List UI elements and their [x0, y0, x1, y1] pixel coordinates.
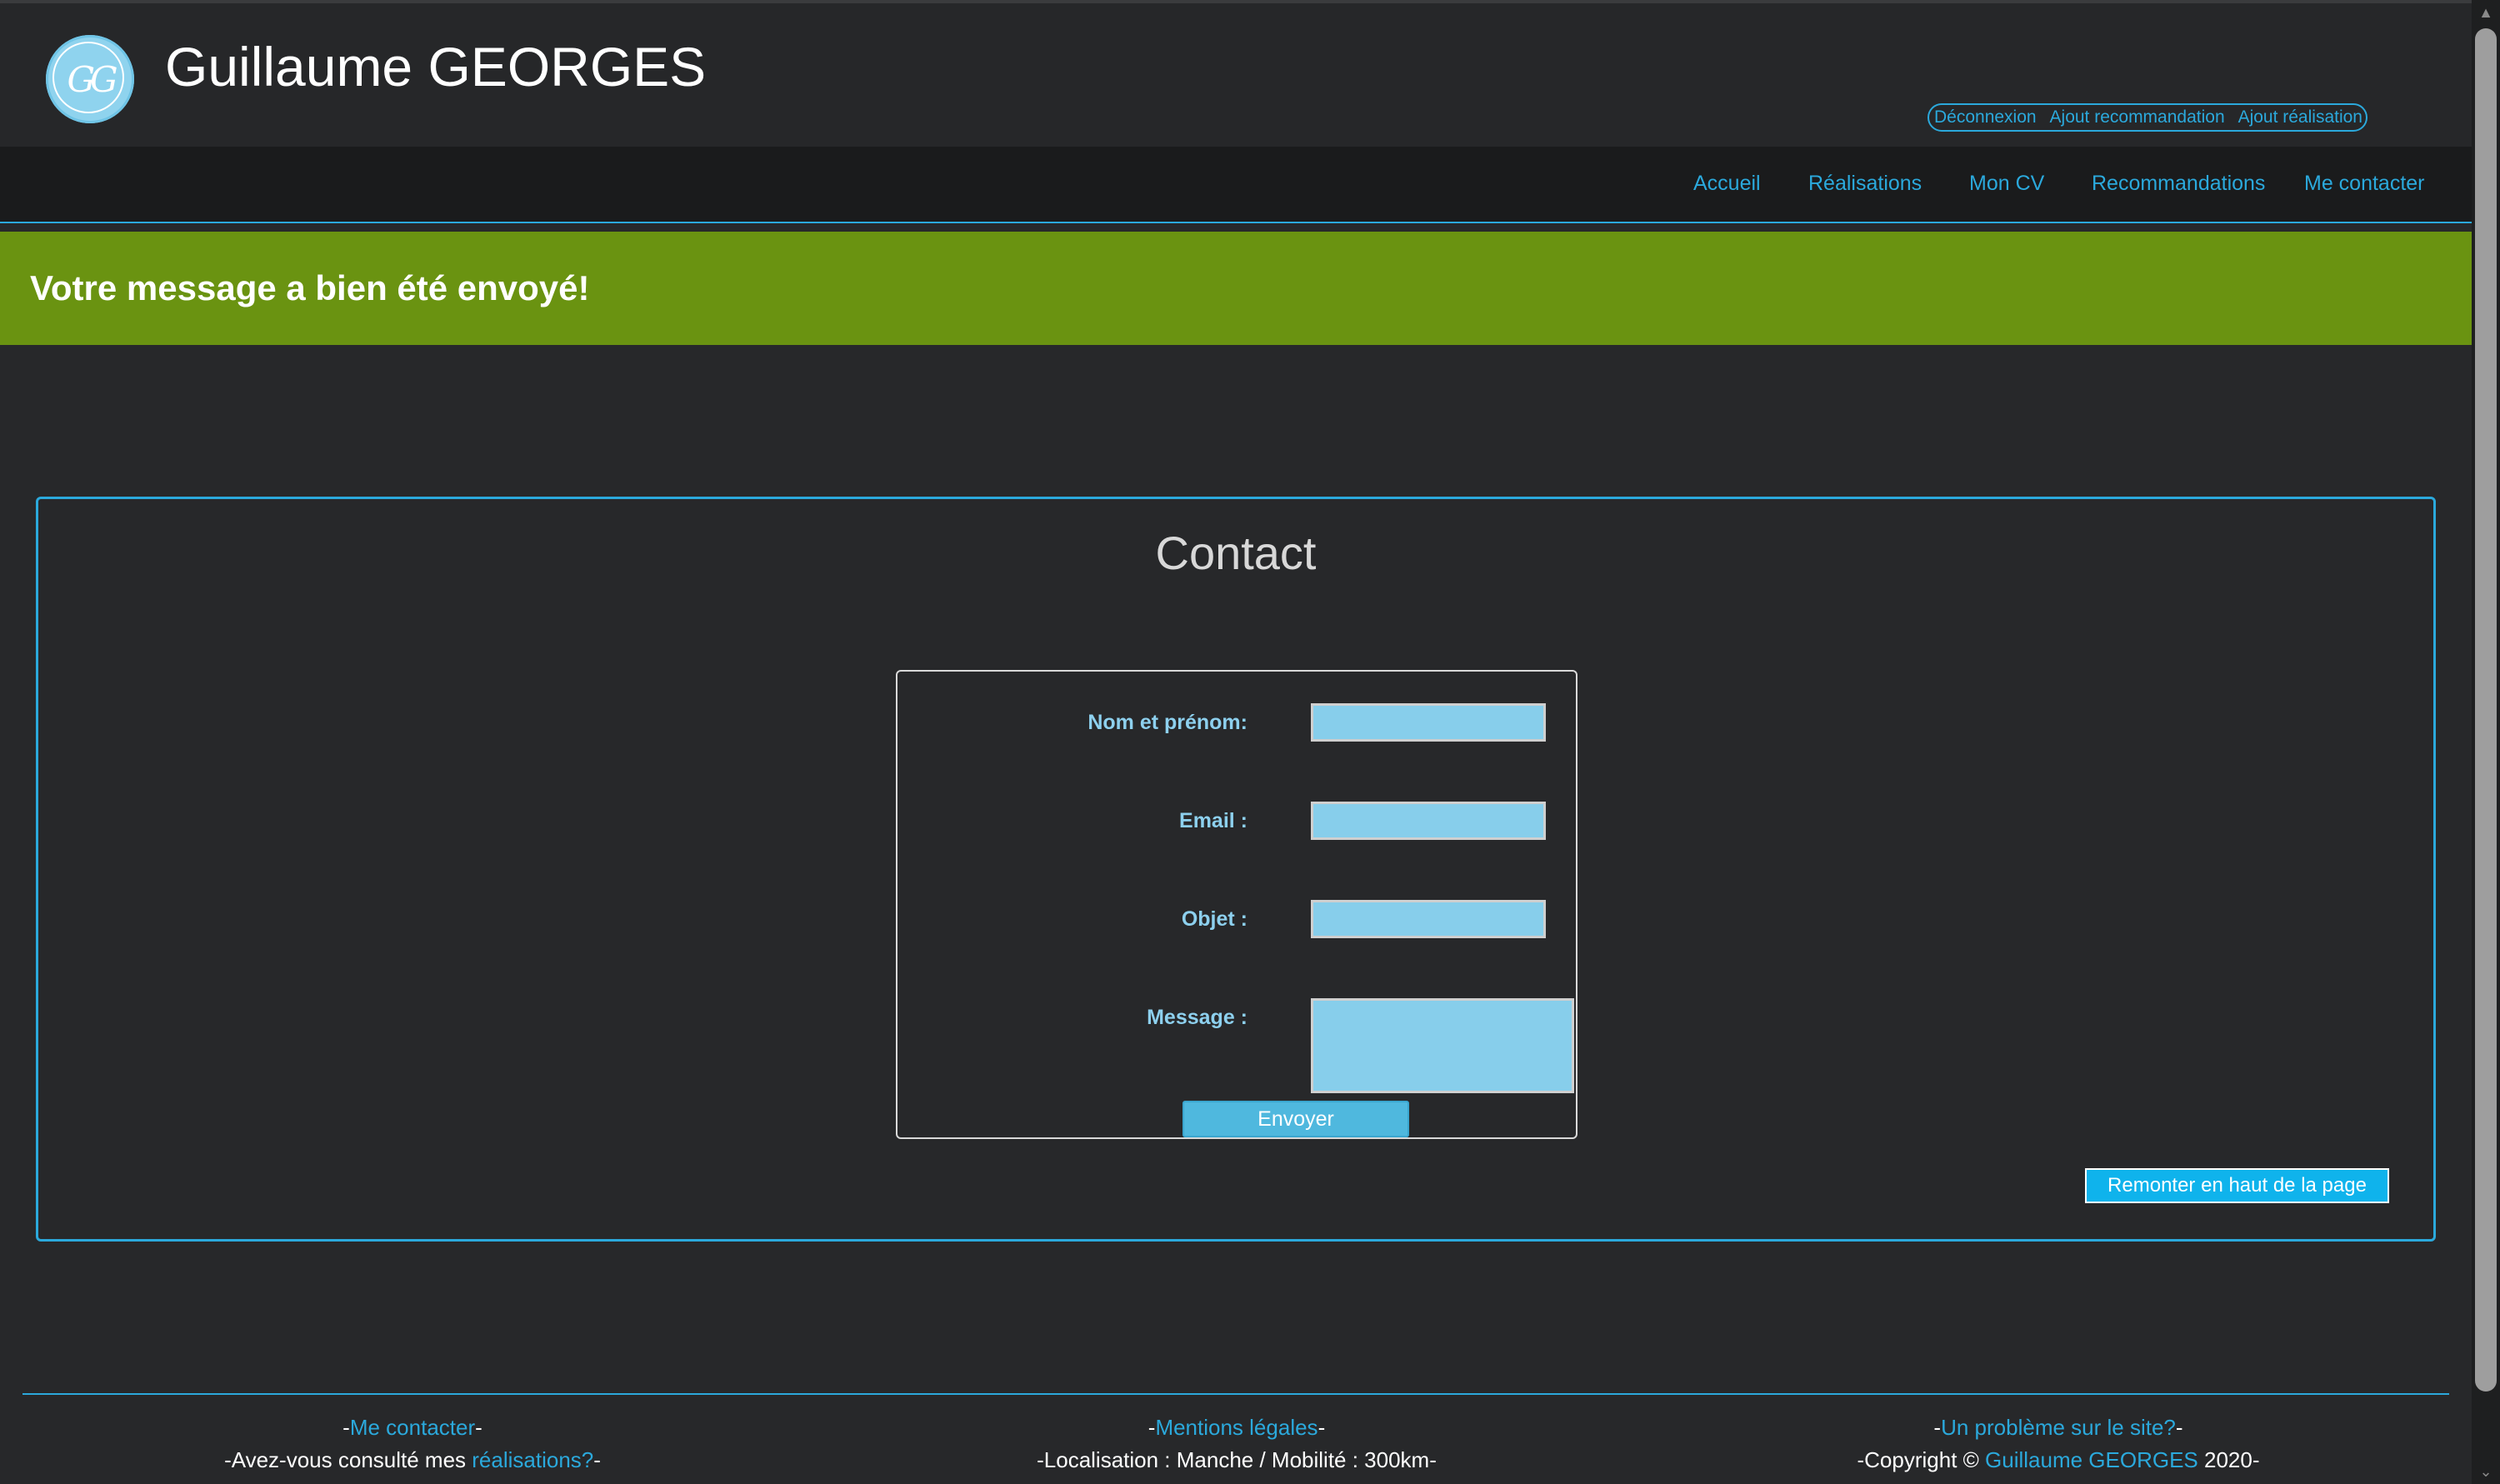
logo-text: GG [67, 58, 118, 100]
footer-realisations-line: -Avez-vous consulté mes réalisations?- [224, 1447, 601, 1472]
contact-panel: Contact Nom et prénom: Email : Objet : M… [36, 497, 2436, 1242]
footer-realisations-text: -Avez-vous consulté mes [224, 1447, 472, 1472]
site-title: Guillaume GEORGES [165, 36, 707, 97]
footer-author-link[interactable]: Guillaume GEORGES [1985, 1447, 2198, 1472]
success-flash: Votre message a bien été envoyé! [0, 232, 2472, 345]
message-label: Message : [1147, 1006, 1248, 1029]
nav-item-mon-cv[interactable]: Mon CV [1969, 172, 2044, 196]
flash-message: Votre message a bien été envoyé! [30, 268, 590, 307]
footer-contact-link[interactable]: Me contacter [350, 1415, 475, 1440]
add-realisation-link[interactable]: Ajout réalisation [2238, 107, 2362, 127]
scroll-down-icon[interactable]: ⌄ [2472, 1459, 2500, 1484]
footer-divider [22, 1393, 2449, 1395]
footer-col-legal: -Mentions légales- -Localisation : Manch… [862, 1412, 1612, 1477]
footer-contact-line: -Me contacter- [342, 1415, 482, 1440]
scroll-up-icon[interactable]: ▲ [2472, 0, 2500, 25]
name-field[interactable] [1311, 703, 1546, 742]
message-field[interactable] [1311, 998, 1574, 1093]
footer-legal-line: -Mentions légales- [1148, 1415, 1326, 1440]
page: GG Guillaume GEORGES Déconnexion Ajout r… [0, 0, 2500, 1484]
footer-realisations-link[interactable]: réalisations? [472, 1447, 593, 1472]
footer-year-text: 2020- [2198, 1447, 2260, 1472]
nav-item-accueil[interactable]: Accueil [1693, 172, 1761, 196]
add-recommendation-link[interactable]: Ajout recommandation [2050, 107, 2225, 127]
contact-form: Nom et prénom: Email : Objet : Message :… [896, 670, 1578, 1139]
admin-menu: Déconnexion Ajout recommandation Ajout r… [1928, 103, 2368, 132]
footer-problem-line: -Un problème sur le site?- [1933, 1415, 2183, 1440]
footer-problem-link[interactable]: Un problème sur le site? [1941, 1415, 2176, 1440]
nav-item-me-contacter[interactable]: Me contacter [2304, 172, 2425, 196]
scrollbar[interactable]: ▲ ⌄ [2472, 0, 2500, 1484]
subject-label: Objet : [1181, 907, 1248, 931]
email-label: Email : [1179, 809, 1248, 832]
footer-col-problem: -Un problème sur le site?- -Copyright © … [1683, 1412, 2433, 1477]
main-nav: Accueil Réalisations Mon CV Recommandati… [0, 147, 2472, 223]
footer-copyright-text: -Copyright © [1857, 1447, 1986, 1472]
email-field[interactable] [1311, 802, 1546, 840]
name-label: Nom et prénom: [1088, 711, 1248, 734]
send-button[interactable]: Envoyer [1182, 1101, 1409, 1137]
logout-link[interactable]: Déconnexion [1934, 107, 2037, 127]
footer-location-text: -Localisation : Manche / Mobilité : 300k… [1037, 1447, 1437, 1472]
back-to-top-button[interactable]: Remonter en haut de la page [2085, 1168, 2389, 1203]
scrollbar-thumb[interactable] [2475, 28, 2497, 1392]
nav-item-realisations[interactable]: Réalisations [1808, 172, 1922, 196]
footer-copyright-line: -Copyright © Guillaume GEORGES 2020- [1683, 1444, 2433, 1477]
nav-item-recommandations[interactable]: Recommandations [2092, 172, 2265, 196]
site-header: GG Guillaume GEORGES Déconnexion Ajout r… [0, 3, 2472, 147]
page-title: Contact [1155, 527, 1317, 579]
footer-col-contact: -Me contacter- -Avez-vous consulté mes r… [38, 1412, 788, 1477]
footer-legal-link[interactable]: Mentions légales [1155, 1415, 1318, 1440]
logo[interactable]: GG [46, 35, 134, 123]
subject-field[interactable] [1311, 900, 1546, 938]
